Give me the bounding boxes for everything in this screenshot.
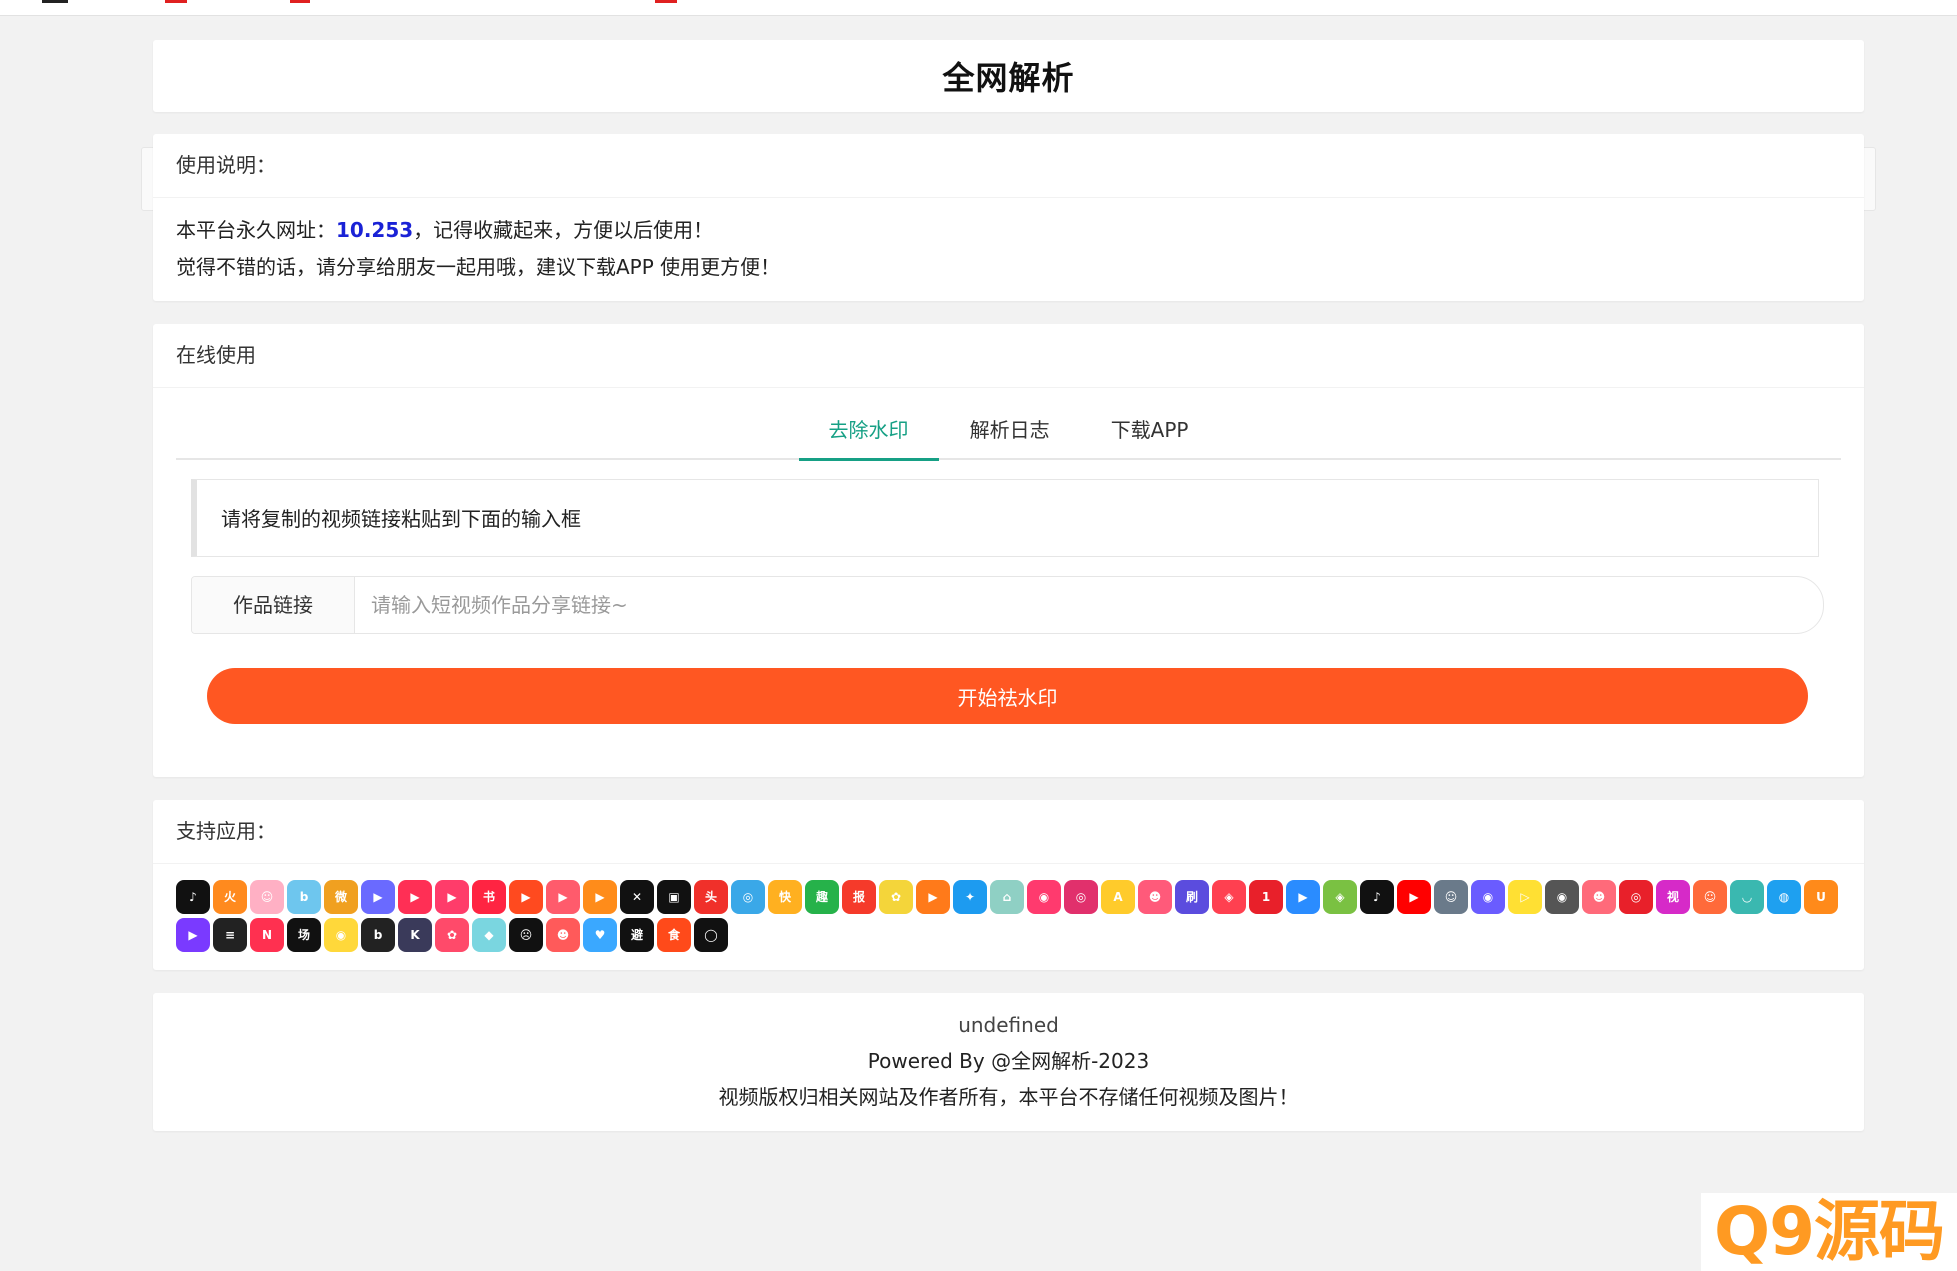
notice-line-1: 本平台永久网址：10.253，记得收藏起来，方便以后使用！ — [176, 212, 1841, 249]
online-card: 在线使用 去除水印 解析日志 下载APP 请将复制的视频链接粘贴到下面的输入框 … — [153, 324, 1864, 777]
tab-parse-log[interactable]: 解析日志 — [940, 408, 1080, 458]
yizhibo-app-icon: 1 — [1249, 880, 1283, 914]
online-header: 在线使用 — [153, 324, 1864, 388]
gradient-app-icon: ◆ — [472, 918, 506, 952]
anime-app-icon: ☺ — [1693, 880, 1727, 914]
pear-app-icon: ▷ — [1508, 880, 1542, 914]
pipixia-app-icon: ✿ — [879, 880, 913, 914]
bowl-app-icon: ◡ — [1730, 880, 1764, 914]
acfun-app-icon: A — [1101, 880, 1135, 914]
permanent-url: 10.253 — [336, 218, 414, 242]
apps-header: 支持应用： — [153, 800, 1864, 864]
chat-app-icon: ◉ — [1471, 880, 1505, 914]
face-app-icon: ☻ — [1138, 880, 1172, 914]
instruction-tip: 请将复制的视频链接粘贴到下面的输入框 — [191, 479, 1819, 557]
top-bar-fragment — [42, 0, 68, 3]
changku-app-icon: 场 — [287, 918, 321, 952]
qq-app-icon: ◍ — [1767, 880, 1801, 914]
biyou-app-icon: 避 — [620, 918, 654, 952]
heart-app-icon: ♥ — [583, 918, 617, 952]
apps-card: 支持应用： ♪ 火 ☺ b 微 ▶ ▶ ▶ 书 ▶ ▶ ▶ ✕ ▣ 头 ◎ 快趣报 ✿ ▶ ✦ ⌂ ◉ ◎ A ☻ 刷 ◈ 1 ▶ ◈ ♪ ▶… — [153, 800, 1864, 970]
xigua-app-icon: ▶ — [361, 880, 395, 914]
bilibili-app-icon: b — [287, 880, 321, 914]
landscape-app-icon: ⌂ — [990, 880, 1024, 914]
b-app-icon: b — [361, 918, 395, 952]
top-bar-fragment — [290, 0, 310, 3]
link-input-group: 作品链接 — [191, 576, 1824, 634]
colorful-app-icon: ✿ — [435, 918, 469, 952]
tab-download-app[interactable]: 下载APP — [1081, 408, 1219, 458]
kuaishou-gif-app-icon: ☺ — [250, 880, 284, 914]
iqiyi-app-icon: ◈ — [1323, 880, 1357, 914]
app-icon-grid: ♪ 火 ☺ b 微 ▶ ▶ ▶ 书 ▶ ▶ ▶ ✕ ▣ 头 ◎ 快趣报 ✿ ▶ ✦ ⌂ ◉ ◎ A ☻ 刷 ◈ 1 ▶ ◈ ♪ ▶ ☺ ◉ ▷ ◉ ☻ ◎… — [176, 880, 1846, 956]
footer-copyright: 视频版权归相关网站及作者所有，本平台不存储任何视频及图片！ — [718, 1085, 1299, 1109]
notice-suffix: ，记得收藏起来，方便以后使用！ — [413, 218, 714, 242]
shi-app-icon: 食 — [657, 918, 691, 952]
youku-app-icon: ▶ — [1286, 880, 1320, 914]
camera-app-icon: ◉ — [1545, 880, 1579, 914]
watermark-text: Q9源码 — [1713, 1193, 1945, 1270]
notice-card: 使用说明： 本平台永久网址：10.253，记得收藏起来，方便以后使用！ 觉得不错… — [153, 134, 1864, 301]
quanmin-app-icon: ▶ — [583, 880, 617, 914]
netease-app-icon: ◎ — [1619, 880, 1653, 914]
kuaibao-app-icon: 报 — [842, 880, 876, 914]
lvzhou-app-icon: ◎ — [731, 880, 765, 914]
tab-remove-watermark[interactable]: 去除水印 — [798, 408, 939, 461]
zuiyou-app-icon: ▶ — [398, 880, 432, 914]
weibo-app-icon: 微 — [324, 880, 358, 914]
footer-line-1: undefined — [958, 1013, 1059, 1037]
link-input[interactable] — [355, 577, 1823, 633]
start-button[interactable]: 开始祛水印 — [207, 668, 1808, 724]
top-bar-fragment — [165, 0, 187, 3]
xiaohongshu-app-icon: 书 — [472, 880, 506, 914]
purple-play-app-icon: ▶ — [176, 918, 210, 952]
tab-bar: 去除水印 解析日志 下载APP — [176, 408, 1841, 461]
watermark-logo: Q9源码 — [1701, 1193, 1957, 1271]
live-app-icon: ◈ — [1212, 880, 1246, 914]
shipin-app-icon: 视 — [1656, 880, 1690, 914]
haokan-app-icon: ▶ — [546, 880, 580, 914]
footer-powered-by: Powered By @全网解析-2023 — [867, 1049, 1150, 1073]
portrait-app-icon: ☻ — [1582, 880, 1616, 914]
link-input-label: 作品链接 — [192, 577, 355, 633]
notice-body: 本平台永久网址：10.253，记得收藏起来，方便以后使用！ 觉得不错的话，请分享… — [153, 198, 1864, 300]
scream-app-icon: ☹ — [509, 918, 543, 952]
ring-app-icon: ◯ — [694, 918, 728, 952]
title-card: 全网解析 — [153, 40, 1864, 112]
douyin-app-icon: ♪ — [176, 880, 210, 914]
top-bar — [0, 0, 1957, 16]
k-app-icon: K — [398, 918, 432, 952]
notice-prefix: 本平台永久网址： — [176, 218, 336, 242]
capcut-app-icon: ✕ — [620, 880, 654, 914]
tiktok-app-icon: ♪ — [1360, 880, 1394, 914]
uc-app-icon: U — [1804, 880, 1838, 914]
monkey-app-icon: ☻ — [546, 918, 580, 952]
twitter-app-icon: ✦ — [953, 880, 987, 914]
yellow-eye-app-icon: ◉ — [324, 918, 358, 952]
qutoutiao-app-icon: 趣 — [805, 880, 839, 914]
notice-header: 使用说明： — [153, 134, 1864, 198]
cartoon-app-icon: ☺ — [1434, 880, 1468, 914]
new-app-icon: N — [250, 918, 284, 952]
youtube-app-icon: ▶ — [1397, 880, 1431, 914]
meipai-app-icon: ◉ — [1027, 880, 1061, 914]
miaopai-app-icon: ▶ — [916, 880, 950, 914]
page-title: 全网解析 — [942, 59, 1075, 97]
instagram-app-icon: ◎ — [1064, 880, 1098, 914]
shua-app-icon: 刷 — [1175, 880, 1209, 914]
top-bar-fragment — [655, 0, 677, 3]
kuai-video-app-icon: ▶ — [509, 880, 543, 914]
stripes-app-icon: ≡ — [213, 918, 247, 952]
weishi-app-icon: ▶ — [435, 880, 469, 914]
huya-app-icon: ▣ — [657, 880, 691, 914]
kuai-text-app-icon: 快 — [768, 880, 802, 914]
notice-line-2: 觉得不错的话，请分享给朋友一起用哦，建议下载APP 使用更方便！ — [176, 255, 781, 279]
toutiao-app-icon: 头 — [694, 880, 728, 914]
huoshan-app-icon: 火 — [213, 880, 247, 914]
footer-card: undefined Powered By @全网解析-2023 视频版权归相关网… — [153, 993, 1864, 1131]
